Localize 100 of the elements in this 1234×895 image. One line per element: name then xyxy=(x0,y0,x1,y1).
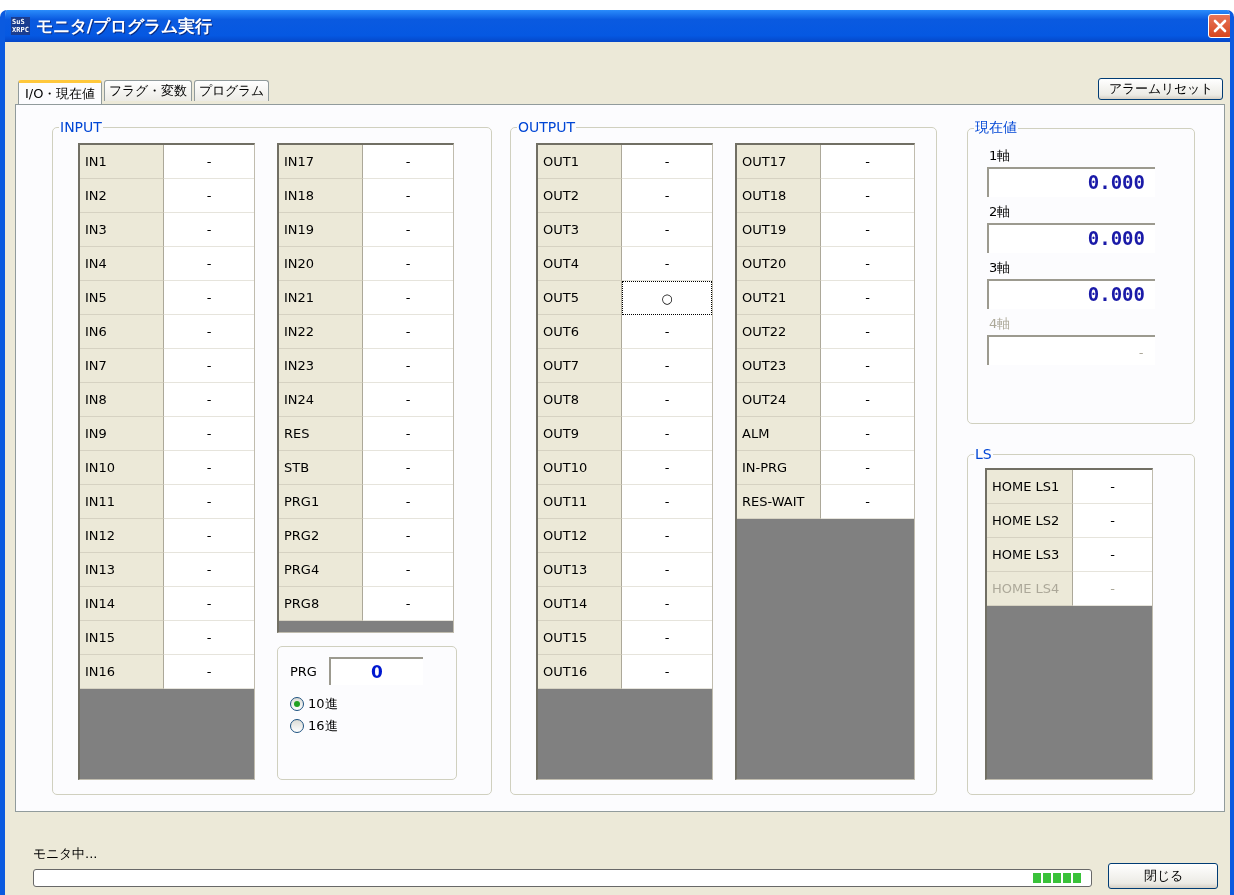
signal-value: - xyxy=(164,247,254,281)
prg-field: 0 xyxy=(328,657,423,685)
close-dialog-button[interactable]: 閉じる xyxy=(1108,863,1218,889)
signal-label: OUT2 xyxy=(538,179,622,213)
signal-value: - xyxy=(622,655,712,689)
signal-label: OUT20 xyxy=(737,247,821,281)
close-button[interactable] xyxy=(1208,14,1230,38)
radio-label[interactable]: 16進 xyxy=(308,717,338,735)
signal-value: - xyxy=(363,247,453,281)
signal-label: IN16 xyxy=(80,655,164,689)
signal-value: - xyxy=(363,349,453,383)
signal-label: OUT7 xyxy=(538,349,622,383)
signal-label: IN2 xyxy=(80,179,164,213)
tab[interactable]: プログラム xyxy=(194,80,270,101)
signal-value: - xyxy=(622,383,712,417)
signal-value: - xyxy=(164,213,254,247)
signal-value: - xyxy=(821,213,914,247)
signal-value: - xyxy=(821,417,914,451)
signal-label: IN9 xyxy=(80,417,164,451)
signal-label: HOME LS3 xyxy=(987,538,1073,572)
signal-value: - xyxy=(821,281,914,315)
signal-value: - xyxy=(164,553,254,587)
signal-value: - xyxy=(164,383,254,417)
signal-label: IN4 xyxy=(80,247,164,281)
signal-label: IN1 xyxy=(80,145,164,179)
signal-label: IN8 xyxy=(80,383,164,417)
signal-label: IN23 xyxy=(279,349,363,383)
signal-label: IN7 xyxy=(80,349,164,383)
signal-value: - xyxy=(1073,572,1152,606)
signal-label: IN13 xyxy=(80,553,164,587)
signal-label: HOME LS1 xyxy=(987,470,1073,504)
signal-value: - xyxy=(363,451,453,485)
signal-value: - xyxy=(821,247,914,281)
signal-label: IN24 xyxy=(279,383,363,417)
signal-label: PRG4 xyxy=(279,553,363,587)
prg-label: PRG xyxy=(290,663,317,679)
axis-label: 2軸 xyxy=(988,203,1012,221)
signal-label: IN-PRG xyxy=(737,451,821,485)
signal-label: OUT22 xyxy=(737,315,821,349)
signal-label: OUT15 xyxy=(538,621,622,655)
signal-value: - xyxy=(363,213,453,247)
axis-label: 1軸 xyxy=(988,147,1012,165)
signal-label: OUT10 xyxy=(538,451,622,485)
group-title: 現在値 xyxy=(974,119,1018,137)
signal-label: PRG1 xyxy=(279,485,363,519)
signal-value: - xyxy=(363,315,453,349)
tab[interactable]: フラグ・変数 xyxy=(104,80,193,101)
signal-label: OUT3 xyxy=(538,213,622,247)
signal-value: - xyxy=(622,417,712,451)
signal-value: - xyxy=(363,587,453,621)
signal-value: - xyxy=(821,383,914,417)
signal-label: OUT8 xyxy=(538,383,622,417)
signal-value: - xyxy=(821,349,914,383)
signal-value: - xyxy=(164,281,254,315)
signal-label: RES-WAIT xyxy=(737,485,821,519)
axis-value-field: 0.000 xyxy=(987,279,1155,309)
signal-value: - xyxy=(1073,470,1152,504)
signal-value: - xyxy=(622,213,712,247)
signal-label: HOME LS4 xyxy=(987,572,1073,606)
marquee-indicator xyxy=(1033,873,1081,883)
radio-button[interactable] xyxy=(290,697,304,711)
axis-value-field: 0.000 xyxy=(987,167,1155,197)
alarm-reset-button[interactable]: アラームリセット xyxy=(1098,78,1223,100)
signal-value: - xyxy=(164,417,254,451)
signal-label: OUT12 xyxy=(538,519,622,553)
status-text: モニタ中... xyxy=(33,845,99,863)
signal-label: HOME LS2 xyxy=(987,504,1073,538)
signal-value: - xyxy=(363,383,453,417)
group-title: LS xyxy=(974,446,993,462)
signal-value: - xyxy=(821,145,914,179)
signal-label: IN5 xyxy=(80,281,164,315)
signal-value: - xyxy=(164,587,254,621)
signal-label: OUT5 xyxy=(538,281,622,315)
signal-label: PRG2 xyxy=(279,519,363,553)
group-title: OUTPUT xyxy=(517,119,577,135)
window-title: モニタ/プログラム実行 xyxy=(35,14,214,38)
signal-label: OUT1 xyxy=(538,145,622,179)
signal-value: - xyxy=(164,315,254,349)
signal-value: - xyxy=(821,315,914,349)
signal-label: IN15 xyxy=(80,621,164,655)
signal-label: IN17 xyxy=(279,145,363,179)
signal-value: - xyxy=(821,485,914,519)
signal-label: IN20 xyxy=(279,247,363,281)
signal-value: - xyxy=(363,485,453,519)
signal-label: OUT4 xyxy=(538,247,622,281)
tab[interactable]: I/O・現在値 xyxy=(18,80,103,104)
signal-value: - xyxy=(622,587,712,621)
signal-value: - xyxy=(164,179,254,213)
radio-button[interactable] xyxy=(290,719,304,733)
radio-label[interactable]: 10進 xyxy=(308,695,338,713)
signal-value: - xyxy=(363,519,453,553)
signal-label: IN14 xyxy=(80,587,164,621)
signal-value: - xyxy=(164,519,254,553)
signal-value: - xyxy=(164,349,254,383)
axis-label: 4軸 xyxy=(988,315,1012,333)
signal-value: - xyxy=(821,179,914,213)
signal-label: OUT23 xyxy=(737,349,821,383)
signal-label: IN21 xyxy=(279,281,363,315)
signal-value: - xyxy=(622,553,712,587)
signal-label: OUT9 xyxy=(538,417,622,451)
